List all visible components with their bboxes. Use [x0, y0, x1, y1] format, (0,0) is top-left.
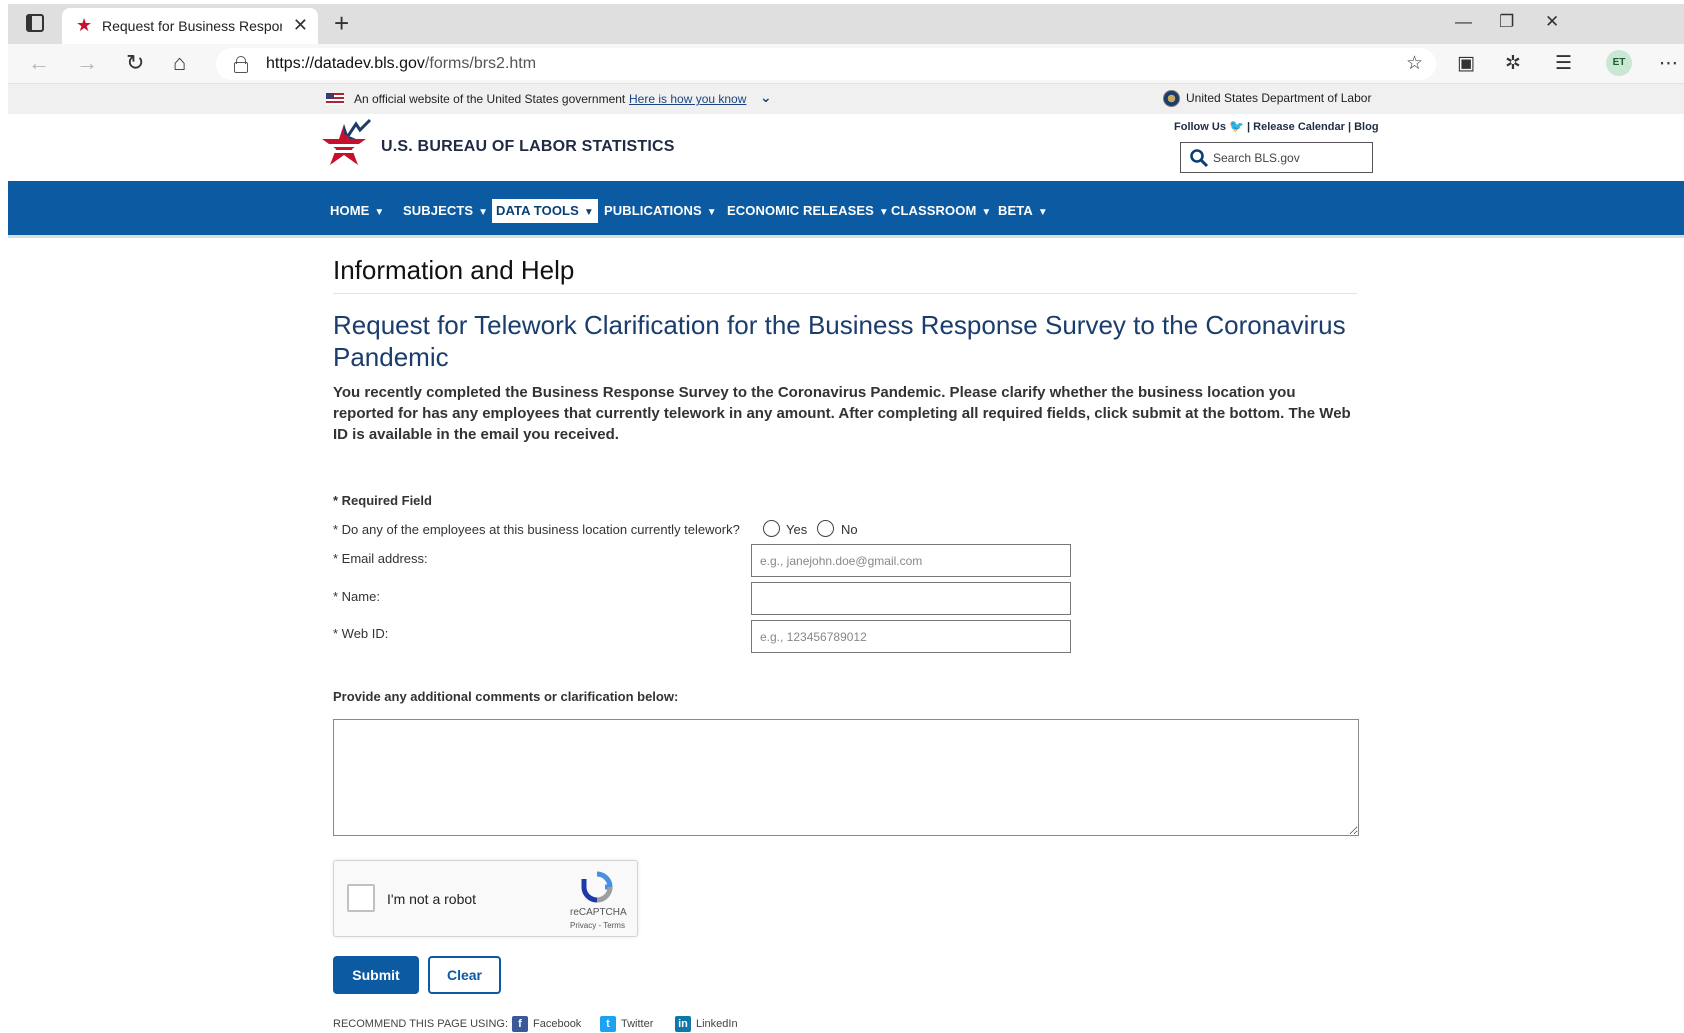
recaptcha-checkbox[interactable] [347, 884, 375, 912]
gov-banner-text: An official website of the United States… [354, 92, 626, 106]
comments-textarea[interactable] [333, 719, 1359, 836]
search-icon[interactable] [1189, 148, 1209, 168]
chevron-down-icon: ▼ [478, 207, 489, 218]
dol-seal-icon [1163, 90, 1180, 107]
minimize-icon[interactable]: — [1455, 12, 1472, 32]
browser-tab-active[interactable]: ★ Request for Business Response Survey ✕ [62, 8, 318, 44]
recaptcha-brand: reCAPTCHA [570, 907, 627, 918]
share-twitter-link[interactable]: t Twitter [600, 1016, 653, 1032]
recommend-label: RECOMMEND THIS PAGE USING: [333, 1018, 509, 1030]
restore-icon[interactable]: ❐ [1499, 12, 1514, 32]
chevron-down-icon: ▼ [981, 207, 992, 218]
browser-address-bar: ← → ↻ ⌂ https://datadev.bls.gov/forms/br… [8, 44, 1684, 84]
telework-yes-radio[interactable] [763, 520, 780, 537]
recaptcha-widget: I'm not a robot reCAPTCHA Privacy - Term… [333, 860, 638, 937]
chevron-down-icon: ▼ [374, 207, 385, 218]
main-nav: HOME ▼ SUBJECTS ▼ DATA TOOLS ▼ PUBLICATIONS… [8, 181, 1684, 238]
form-title: Request for Telework Clarification for t… [333, 310, 1346, 372]
share-linkedin-link[interactable]: in LinkedIn [675, 1016, 738, 1032]
nav-economic-releases[interactable]: ECONOMIC RELEASES ▼ [723, 199, 893, 223]
tab-title: Request for Business Response Survey [102, 18, 282, 34]
recaptcha-terms-link[interactable]: Privacy - Terms [570, 921, 625, 930]
chevron-down-icon: ▼ [706, 207, 717, 218]
recaptcha-label: I'm not a robot [387, 891, 477, 907]
browser-tab-bar: ★ Request for Business Response Survey ✕… [8, 4, 1684, 44]
tab-actions-icon[interactable] [26, 14, 44, 32]
favorite-add-icon[interactable]: ☆ [1406, 53, 1423, 75]
nav-subjects[interactable]: SUBJECTS ▼ [399, 199, 492, 223]
nav-beta[interactable]: BETA ▼ [994, 199, 1052, 223]
required-field-note: * Required Field [333, 493, 432, 508]
back-icon[interactable]: ← [28, 51, 50, 75]
forward-icon[interactable]: → [76, 51, 98, 75]
home-icon[interactable]: ⌂ [173, 51, 186, 75]
nav-publications[interactable]: PUBLICATIONS ▼ [600, 199, 721, 223]
web-id-field[interactable] [751, 620, 1071, 653]
telework-question: * Do any of the employees at this busine… [333, 522, 740, 537]
window-close-icon[interactable]: ✕ [1545, 12, 1559, 32]
linkedin-icon: in [675, 1016, 691, 1032]
tab-close-icon[interactable]: ✕ [293, 15, 308, 35]
site-search-input[interactable]: Search BLS.gov [1180, 142, 1373, 173]
favorites-icon[interactable]: ☰ [1555, 53, 1572, 75]
name-field[interactable] [751, 582, 1071, 615]
telework-no-label[interactable]: No [841, 522, 858, 537]
clear-button[interactable]: Clear [428, 956, 501, 994]
facebook-icon: f [512, 1016, 528, 1032]
search-placeholder: Search BLS.gov [1213, 151, 1300, 165]
chevron-down-icon: ▼ [583, 207, 594, 218]
bls-logo-icon[interactable] [318, 118, 374, 176]
chevron-down-icon: ▼ [1037, 207, 1048, 218]
new-tab-icon[interactable]: + [334, 9, 349, 37]
url-text: https://datadev.bls.gov/forms/brs2.htm [266, 55, 537, 72]
nav-classroom[interactable]: CLASSROOM ▼ [887, 199, 995, 223]
chevron-down-icon[interactable]: ⌄ [760, 89, 772, 106]
heading-divider [333, 293, 1357, 294]
telework-no-radio[interactable] [817, 520, 834, 537]
agency-name[interactable]: U.S. BUREAU OF LABOR STATISTICS [381, 138, 675, 156]
bls-favicon-icon: ★ [76, 15, 93, 35]
email-field[interactable] [751, 544, 1071, 577]
web-id-label: * Web ID: [333, 626, 389, 641]
header-links: Follow Us 🐦 | Release Calendar | Blog [1174, 119, 1379, 133]
twitter-icon[interactable]: 🐦 [1229, 119, 1244, 133]
how-you-know-link[interactable]: Here is how you know [629, 92, 746, 106]
recaptcha-icon [581, 871, 613, 903]
url-field[interactable]: https://datadev.bls.gov/forms/brs2.htm [216, 48, 1436, 80]
submit-button[interactable]: Submit [333, 956, 419, 994]
release-calendar-link[interactable]: Release Calendar [1253, 121, 1345, 133]
name-label: * Name: [333, 589, 380, 604]
blog-link[interactable]: Blog [1354, 121, 1378, 133]
dol-link[interactable]: United States Department of Labor [1186, 91, 1371, 105]
twitter-icon: t [600, 1016, 616, 1032]
collections-icon[interactable]: ▣ [1457, 53, 1475, 75]
email-label: * Email address: [333, 551, 428, 566]
nav-home[interactable]: HOME ▼ [326, 199, 388, 223]
more-icon[interactable]: ⋯ [1659, 53, 1678, 75]
follow-us-link[interactable]: Follow Us [1174, 121, 1226, 133]
extensions-icon[interactable]: ✲ [1505, 53, 1521, 75]
lock-icon [234, 56, 248, 73]
share-facebook-link[interactable]: f Facebook [512, 1016, 581, 1032]
refresh-icon[interactable]: ↻ [126, 51, 144, 75]
telework-yes-label[interactable]: Yes [786, 522, 807, 537]
page-heading: Information and Help [333, 255, 575, 285]
us-flag-icon [326, 93, 344, 105]
nav-data-tools[interactable]: DATA TOOLS ▼ [492, 199, 598, 223]
gov-banner: An official website of the United States… [8, 84, 1684, 114]
profile-avatar[interactable]: ET [1606, 50, 1632, 76]
intro-text: You recently completed the Business Resp… [333, 384, 1351, 443]
comments-label: Provide any additional comments or clari… [333, 689, 679, 704]
